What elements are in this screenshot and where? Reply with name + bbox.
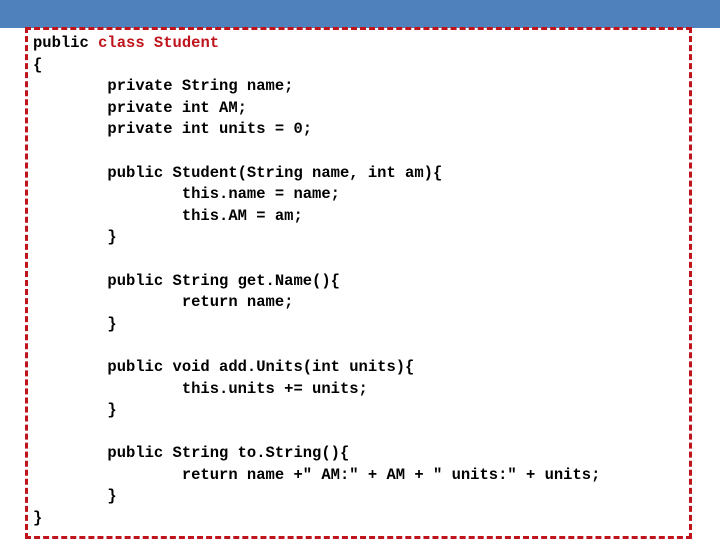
code-line: } (33, 314, 117, 333)
code-line: this.units += units; (33, 379, 368, 398)
code-line: private String name; (33, 77, 294, 96)
slide: public class Student{ private String nam… (0, 0, 720, 540)
code-line: this.name = name; (33, 185, 340, 204)
code-line: } (33, 401, 117, 420)
code-line: private int AM; (33, 98, 247, 117)
code-listing: public class Student{ private String nam… (33, 33, 600, 530)
code-line: public void add.Units(int units){ (33, 357, 415, 376)
code-line: return name; (33, 293, 294, 312)
code-line: public String get.Name(){ (33, 271, 340, 290)
code-line-class-declaration: public class Student (33, 33, 600, 55)
code-line: public Student(String name, int am){ (33, 163, 443, 182)
header-bar (0, 0, 720, 28)
code-line: } (33, 228, 117, 247)
code-line: { (33, 55, 43, 74)
keyword-public: public (33, 34, 99, 52)
code-line: return name +" AM:" + AM + " units:" + u… (33, 465, 601, 484)
class-name-highlight: class Student (98, 34, 220, 52)
code-line: } (33, 509, 43, 528)
code-line: } (33, 487, 117, 506)
code-line: private int units = 0; (33, 120, 313, 139)
code-line: this.AM = am; (33, 206, 303, 225)
code-line: public String to.String(){ (33, 444, 350, 463)
